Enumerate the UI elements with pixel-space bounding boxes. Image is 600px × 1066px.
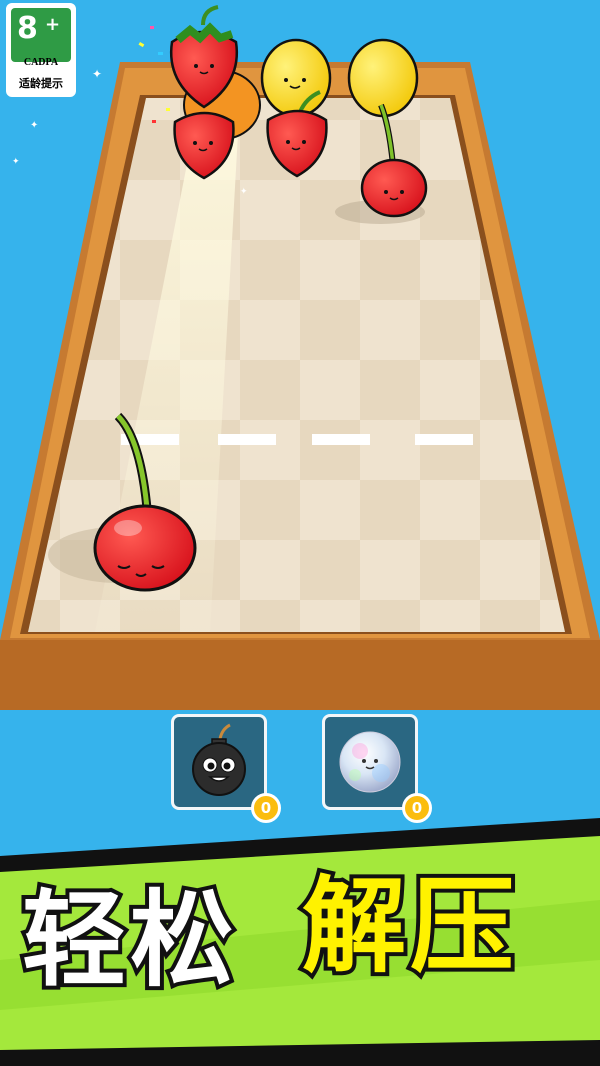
bomb-count-badge: 0 — [251, 793, 281, 823]
powerup-crystal-ball-button[interactable] — [322, 714, 418, 810]
age-rating-plus: + — [45, 14, 61, 35]
svg-text:✦: ✦ — [30, 120, 38, 131]
fruit-lemon-1 — [260, 38, 332, 118]
lane-marker — [312, 434, 370, 445]
age-rating-box: 8 + — [11, 8, 71, 62]
svg-text:✦: ✦ — [92, 67, 102, 81]
lane-marker — [415, 434, 473, 445]
crystal-ball-icon — [339, 731, 401, 793]
lane-marker — [218, 434, 276, 445]
svg-text:✦: ✦ — [240, 187, 248, 197]
age-rating-text: 适龄提示 — [19, 77, 63, 90]
slogan-white-text: 轻松 — [18, 876, 239, 1004]
age-rating-number: 8 — [17, 11, 38, 46]
age-rating-org: CADPA — [23, 57, 59, 68]
powerup-bomb-button[interactable] — [171, 714, 267, 810]
crystal-ball-count-badge: 0 — [402, 793, 432, 823]
slogan-yellow-text: 解压 — [298, 862, 519, 990]
svg-text:✦: ✦ — [12, 157, 20, 167]
age-rating-badge: 8 + CADPA 适龄提示 — [6, 3, 76, 97]
bomb-icon — [192, 723, 246, 796]
